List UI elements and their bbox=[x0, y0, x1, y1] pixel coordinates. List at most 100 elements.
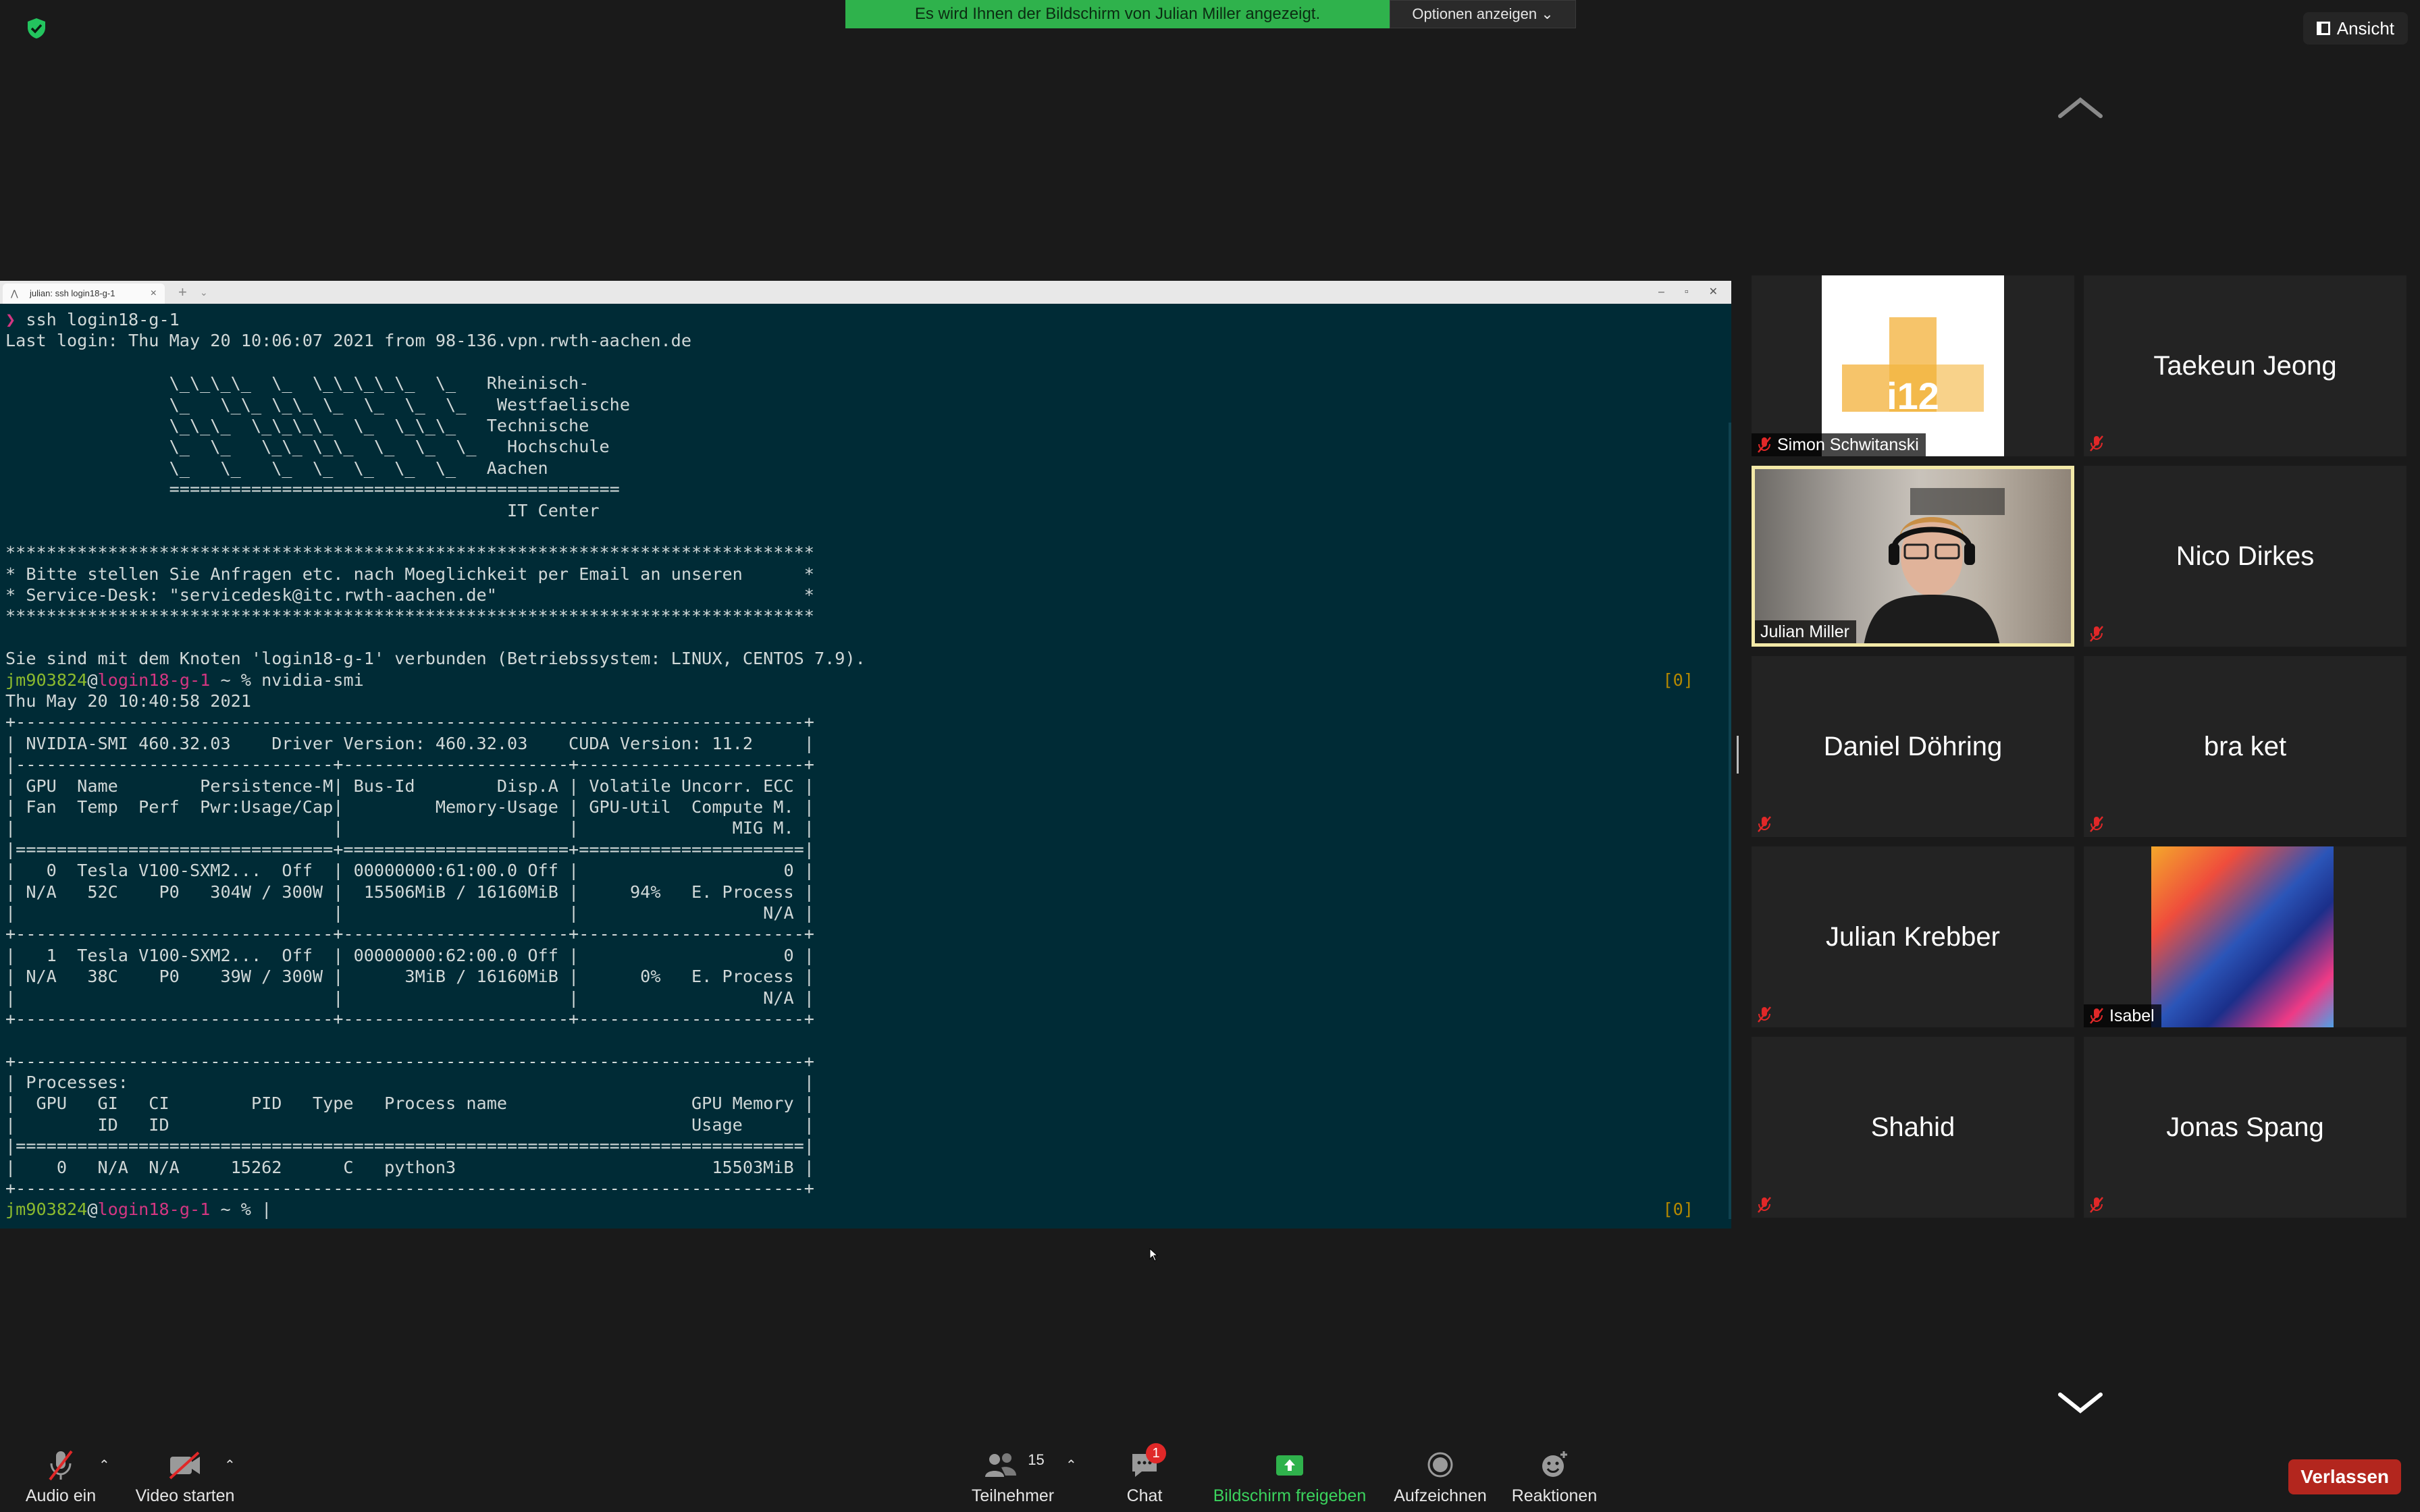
reactions-button[interactable]: Reaktionen bbox=[1510, 1447, 1599, 1506]
prompt-user: jm903824 bbox=[5, 670, 88, 690]
participant-label-text: Julian Miller bbox=[1760, 622, 1849, 641]
audio-button[interactable]: Audio ein bbox=[20, 1447, 101, 1506]
participant-tile[interactable]: i12 Simon Schwitanski bbox=[1752, 275, 2074, 456]
participants-icon bbox=[985, 1453, 1017, 1477]
record-button[interactable]: Aufzeichnen bbox=[1391, 1447, 1490, 1506]
view-options-button[interactable]: Optionen anzeigen ⌄ bbox=[1390, 0, 1576, 28]
participants-button[interactable]: 15 Teilnehmer bbox=[966, 1447, 1060, 1506]
prompt-host: login18-g-1 bbox=[97, 1199, 211, 1220]
participant-tile[interactable]: Shahid bbox=[1752, 1037, 2074, 1218]
gallery-down-arrow-icon[interactable] bbox=[2057, 1390, 2104, 1415]
shield-check-icon[interactable] bbox=[24, 16, 49, 40]
terminal-line: | ID ID Usage | bbox=[5, 1114, 814, 1135]
terminal-line: Last login: Thu May 20 10:06:07 2021 fro… bbox=[5, 331, 691, 351]
view-layout-icon bbox=[2316, 22, 2330, 35]
terminal-output[interactable]: ❯ ssh login18-g-1 Last login: Thu May 20 … bbox=[5, 309, 1726, 1228]
video-button-label: Video starten bbox=[135, 1486, 235, 1505]
participant-name: Nico Dirkes bbox=[2176, 541, 2315, 571]
prompt-command: ~ % bbox=[210, 1199, 262, 1220]
share-screen-label: Bildschirm freigeben bbox=[1213, 1486, 1367, 1505]
view-options-label: Optionen anzeigen bbox=[1412, 5, 1537, 22]
terminal-line: * Bitte stellen Sie Anfragen etc. nach M… bbox=[5, 564, 814, 584]
participants-options-caret-icon[interactable]: ⌃ bbox=[1066, 1457, 1077, 1474]
panel-resize-handle[interactable] bbox=[1735, 736, 1741, 774]
microphone-muted-icon bbox=[1758, 437, 1771, 453]
participant-tile[interactable]: Nico Dirkes bbox=[2084, 466, 2406, 647]
terminal-line: \_\_\_\_ \_ \_\_\_\_\_ \_ Rheinisch- bbox=[5, 373, 589, 394]
mouse-cursor-icon bbox=[1149, 1248, 1159, 1262]
share-screen-button[interactable]: Bildschirm freigeben bbox=[1209, 1447, 1371, 1506]
participant-tile[interactable]: bra ket bbox=[2084, 656, 2406, 837]
participant-avatar-image bbox=[2151, 846, 2334, 1027]
reactions-button-label: Reaktionen bbox=[1511, 1486, 1598, 1505]
i12-logo-text: i12 bbox=[1887, 375, 1939, 417]
participants-button-label: Teilnehmer bbox=[971, 1486, 1055, 1505]
prompt-arrow-icon: ❯ bbox=[5, 310, 16, 329]
microphone-muted-icon bbox=[2090, 1008, 2103, 1024]
prompt-user: jm903824 bbox=[5, 1199, 88, 1220]
participant-tile[interactable]: Jonas Spang bbox=[2084, 1037, 2406, 1218]
terminal-line: \_ \_\_ \_\_ \_ \_ \_ \_ Westfaelische bbox=[5, 394, 631, 414]
terminal-line: Sie sind mit dem Knoten 'login18-g-1' ve… bbox=[5, 649, 866, 669]
terminal-line: +---------------------------------------… bbox=[5, 712, 814, 732]
participant-tile[interactable]: Isabel bbox=[2084, 846, 2406, 1027]
terminal-line: | Fan Temp Perf Pwr:Usage/Cap| Memory-Us… bbox=[5, 796, 814, 817]
audio-button-label: Audio ein bbox=[25, 1486, 97, 1505]
terminal-line: ****************************************… bbox=[5, 606, 814, 626]
microphone-muted-icon bbox=[2090, 435, 2103, 452]
terminal-line: |===============================+=======… bbox=[5, 839, 814, 859]
terminal-line: \_ \_ \_ \_ \_ \_ \_ Aachen bbox=[5, 458, 548, 478]
terminal-line: +---------------------------------------… bbox=[5, 1179, 814, 1199]
chat-button[interactable]: 1 Chat bbox=[1114, 1443, 1175, 1506]
camera-off-icon bbox=[169, 1451, 200, 1480]
video-options-caret-icon[interactable]: ⌃ bbox=[224, 1457, 236, 1474]
participant-tile[interactable]: Julian Krebber bbox=[1752, 846, 2074, 1027]
minimize-icon[interactable]: – bbox=[1658, 281, 1664, 304]
terminal-line: | | | N/A | bbox=[5, 988, 814, 1008]
shared-terminal-window: ⋀ julian: ssh login18-g-1 × + ⌄ – ▫ ✕ ❯ … bbox=[0, 281, 1731, 1262]
close-tab-icon[interactable]: × bbox=[151, 284, 157, 304]
view-button[interactable]: Ansicht bbox=[2303, 12, 2408, 45]
tab-dropdown-icon[interactable]: ⌄ bbox=[200, 281, 208, 304]
text-cursor: | bbox=[261, 1199, 272, 1220]
terminal-scrollbar[interactable] bbox=[1729, 423, 1731, 1219]
terminal-line: | 0 N/A N/A 15262 C python3 15503MiB | bbox=[5, 1157, 814, 1177]
close-window-icon[interactable]: ✕ bbox=[1709, 281, 1718, 304]
participant-count: 15 bbox=[1028, 1451, 1045, 1468]
prompt-at: @ bbox=[87, 670, 98, 690]
participant-name-label: Julian Miller bbox=[1755, 620, 1856, 643]
participant-name: Jonas Spang bbox=[2166, 1112, 2324, 1142]
record-icon bbox=[1427, 1452, 1453, 1478]
terminal-line: +-------------------------------+-------… bbox=[5, 1008, 814, 1029]
terminal-line: | 0 Tesla V100-SXM2... Off | 00000000:61… bbox=[5, 861, 814, 881]
video-button[interactable]: Video starten bbox=[132, 1447, 238, 1506]
terminal-status-tag: [0] bbox=[1662, 1199, 1694, 1220]
microphone-muted-icon bbox=[2090, 1197, 2103, 1213]
terminal-line: +-------------------------------+-------… bbox=[5, 924, 814, 944]
participant-tile[interactable]: Taekeun Jeong bbox=[2084, 275, 2406, 456]
terminal-tab[interactable]: ⋀ julian: ssh login18-g-1 × bbox=[3, 284, 165, 304]
maximize-icon[interactable]: ▫ bbox=[1685, 281, 1689, 304]
prompt-host: login18-g-1 bbox=[97, 670, 211, 690]
terminal-line: |=======================================… bbox=[5, 1136, 814, 1156]
microphone-muted-icon bbox=[2090, 626, 2103, 642]
gallery-up-arrow-icon[interactable] bbox=[2057, 96, 2104, 120]
participant-tile[interactable]: Daniel Döhring bbox=[1752, 656, 2074, 837]
terminal-line: Thu May 20 10:40:58 2021 bbox=[5, 691, 251, 711]
participant-name: Daniel Döhring bbox=[1823, 731, 2003, 761]
terminal-prompt-line: jm903824@login18-g-1 ~ % | [0] bbox=[5, 1199, 1726, 1220]
terminal-line: +---------------------------------------… bbox=[5, 1051, 814, 1071]
audio-options-caret-icon[interactable]: ⌃ bbox=[99, 1457, 110, 1474]
participant-tile[interactable]: Julian Miller bbox=[1752, 466, 2074, 647]
microphone-muted-icon bbox=[49, 1450, 73, 1481]
terminal-line: | Processes: | bbox=[5, 1073, 814, 1093]
leave-meeting-button[interactable]: Verlassen bbox=[2288, 1459, 2401, 1494]
record-button-label: Aufzeichnen bbox=[1394, 1486, 1487, 1505]
participant-label-text: Isabel bbox=[2109, 1006, 2155, 1025]
add-tab-icon[interactable]: + bbox=[178, 281, 187, 304]
reactions-emoji-icon bbox=[1542, 1451, 1567, 1477]
terminal-line: | N/A 38C P0 39W / 300W | 3MiB / 16160Mi… bbox=[5, 967, 814, 987]
